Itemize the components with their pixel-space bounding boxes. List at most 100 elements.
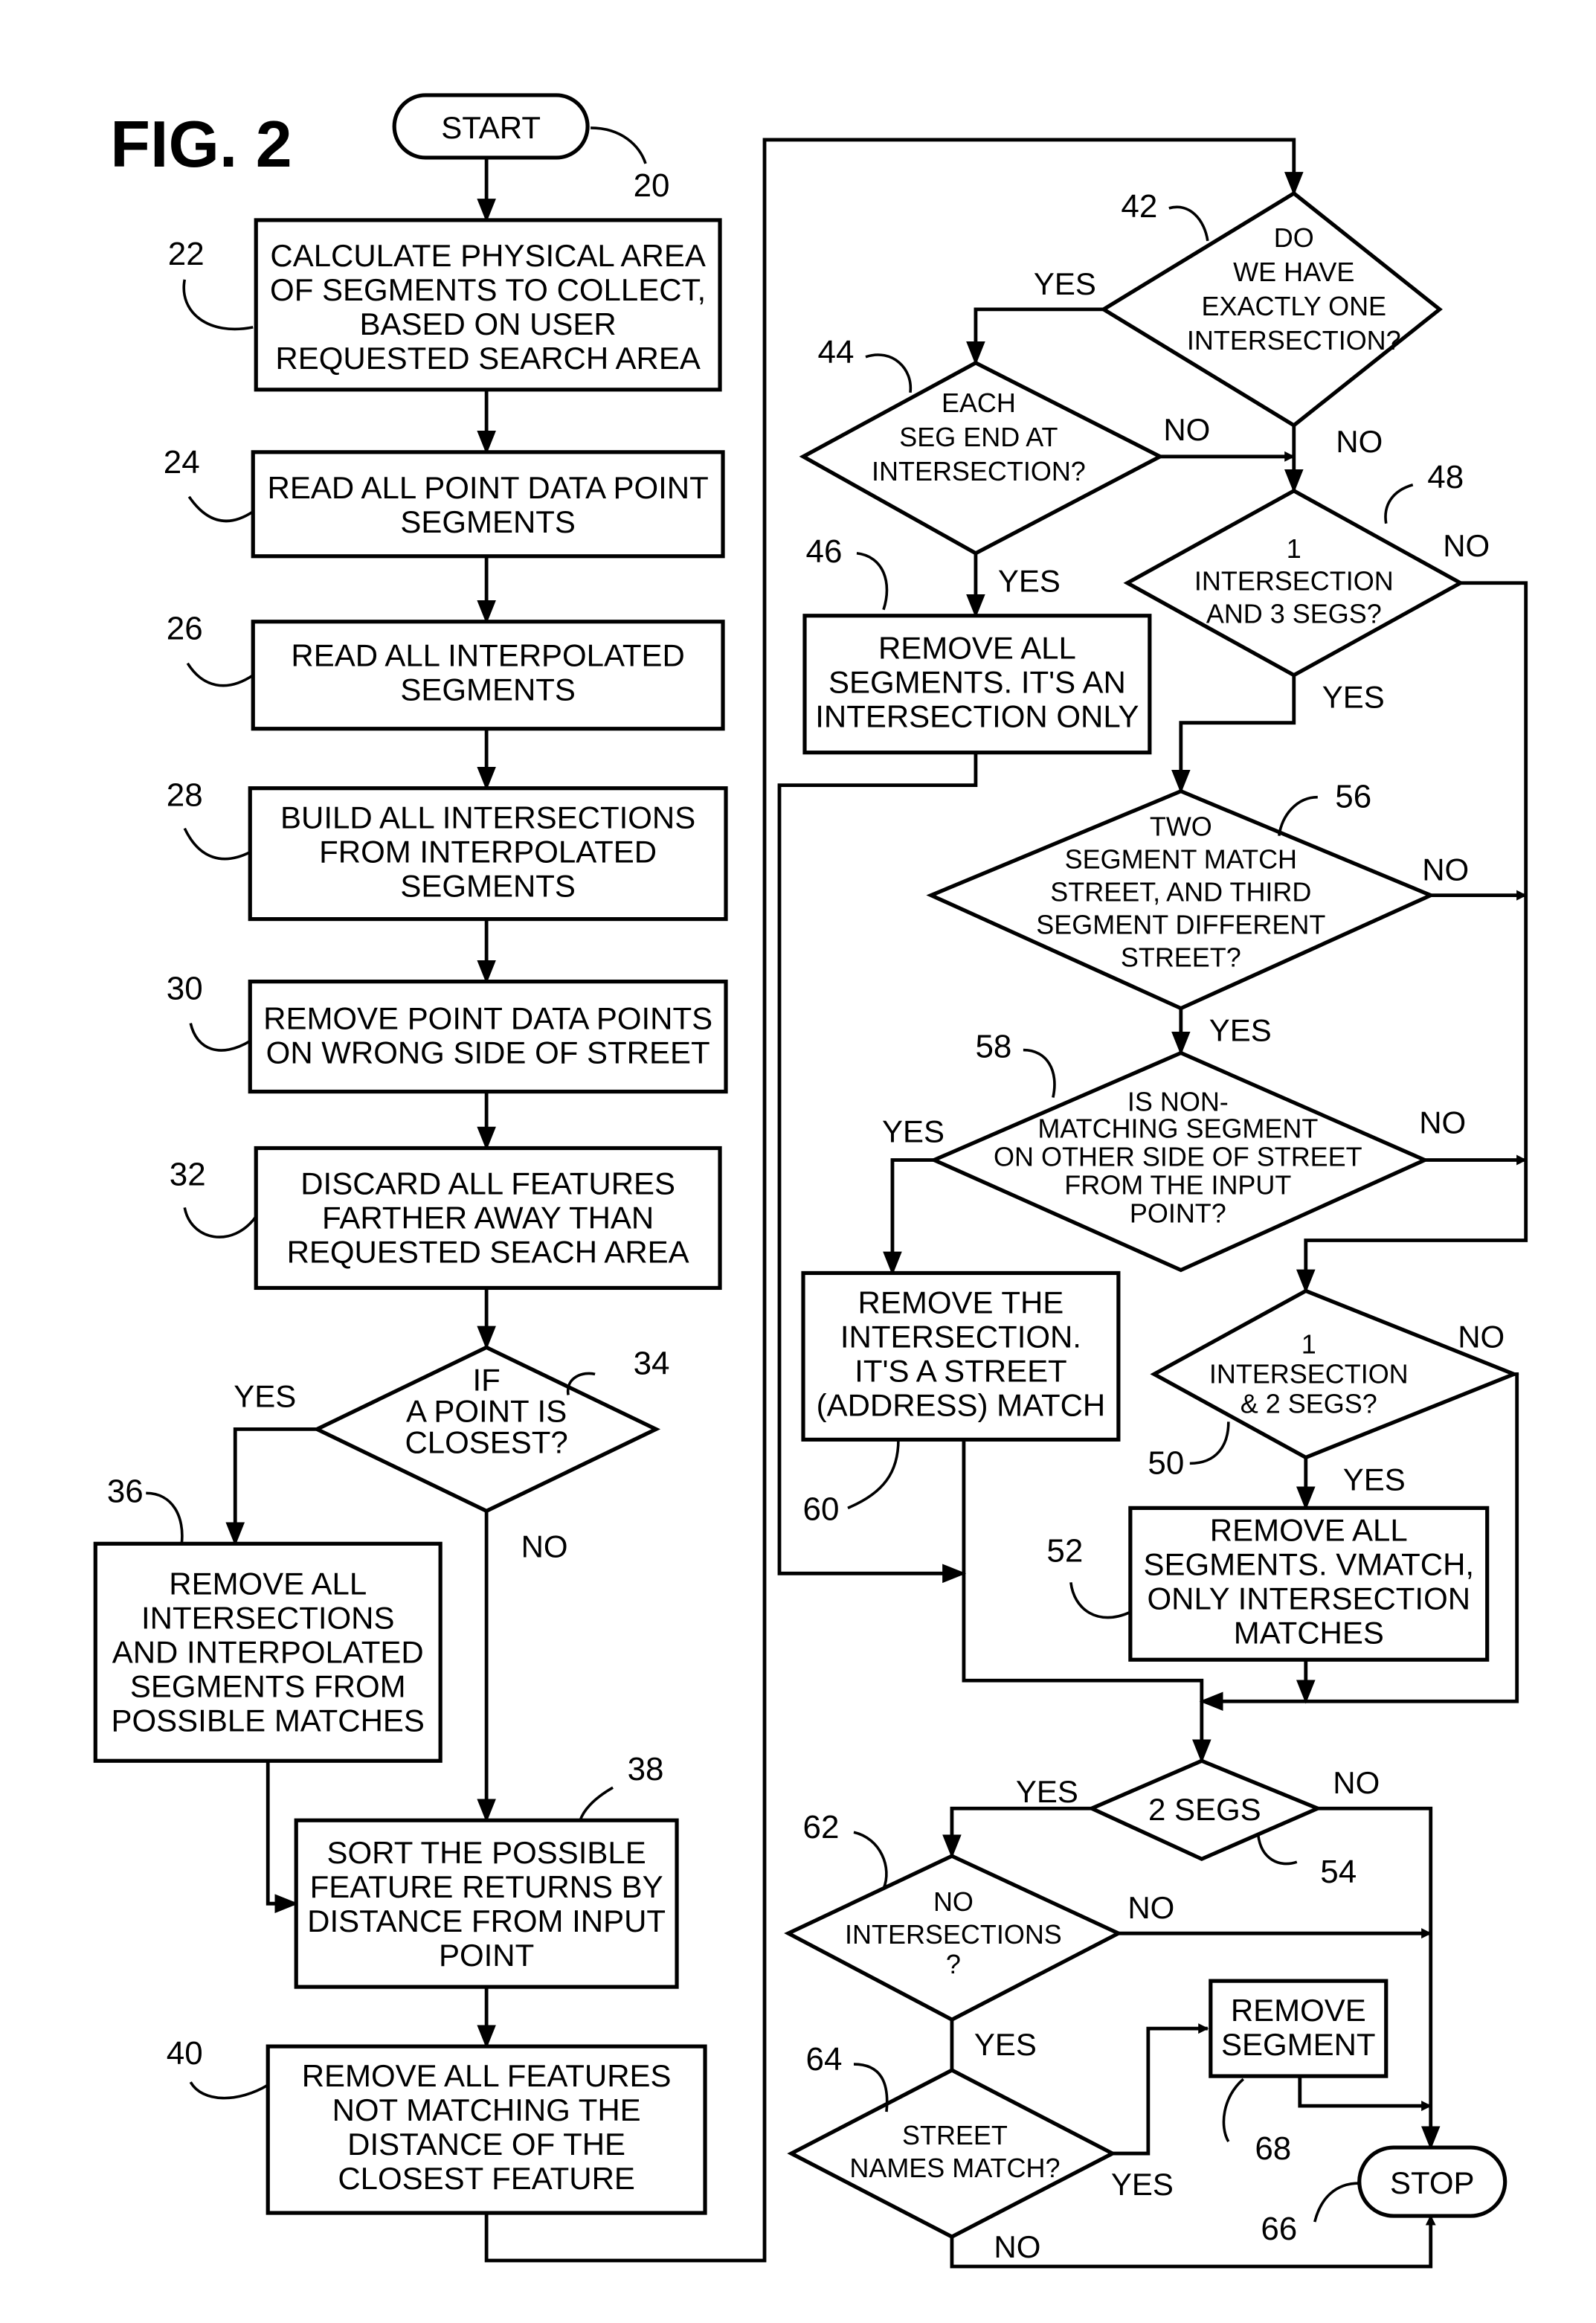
- node-36-text-3: SEGMENTS FROM: [130, 1668, 406, 1703]
- ref-40: 40: [167, 2035, 203, 2072]
- ref-32: 32: [170, 1156, 206, 1192]
- node-24-text-1: SEGMENTS: [400, 504, 576, 539]
- ref-28: 28: [167, 777, 203, 814]
- ref-24: 24: [164, 444, 200, 481]
- node-28-text-2: SEGMENTS: [400, 869, 576, 904]
- node-56-text-3: SEGMENT DIFFERENT: [1036, 910, 1325, 940]
- node-40-text-2: DISTANCE OF THE: [347, 2127, 625, 2162]
- leader-26: [186, 662, 254, 687]
- node-62-text-2: ?: [946, 1949, 961, 1979]
- node-22-process: CALCULATE PHYSICAL AREA OF SEGMENTS TO C…: [254, 218, 722, 392]
- node-40-text-1: NOT MATCHING THE: [332, 2092, 641, 2127]
- ref-30: 30: [167, 971, 203, 1007]
- label-44-yes: YES: [998, 564, 1061, 599]
- node-58-text-3: FROM THE INPUT: [1064, 1169, 1291, 1200]
- label-34-no: NO: [521, 1529, 568, 1564]
- leader-24: [187, 495, 254, 523]
- node-60-text-1: INTERSECTION.: [840, 1319, 1081, 1354]
- label-54-yes: YES: [1016, 1774, 1078, 1809]
- leader-28: [183, 827, 251, 861]
- node-40-text-0: REMOVE ALL FEATURES: [302, 2058, 672, 2093]
- leader-60: [847, 1439, 900, 1510]
- ref-48: 48: [1427, 459, 1464, 495]
- ref-64: 64: [806, 2041, 843, 2078]
- node-22-text-0: CALCULATE PHYSICAL AREA: [270, 238, 705, 273]
- node-66-text-0: STOP: [1390, 2165, 1475, 2200]
- ref-60: 60: [803, 1491, 840, 1527]
- node-58-text-2: ON OTHER SIDE OF STREET: [994, 1141, 1362, 1172]
- node-56-text-1: SEGMENT MATCH: [1065, 844, 1297, 875]
- node-30-text-1: ON WRONG SIDE OF STREET: [266, 1035, 710, 1070]
- node-56-text-4: STREET?: [1121, 942, 1241, 973]
- leader-40: [189, 2081, 269, 2100]
- node-54-text-0: 2 SEGS: [1148, 1792, 1261, 1827]
- node-56-decision: TWO SEGMENT MATCH STREET, AND THIRD SEGM…: [926, 788, 1436, 1011]
- leader-54: [1257, 1834, 1298, 1866]
- node-68-text-1: SEGMENT: [1221, 2027, 1376, 2062]
- node-34-text-0: IF: [472, 1362, 500, 1397]
- ref-26: 26: [167, 611, 203, 647]
- node-64-text-0: STREET: [902, 2120, 1008, 2150]
- ref-20: 20: [634, 167, 670, 204]
- node-28-process: BUILD ALL INTERSECTIONS FROM INTERPOLATE…: [248, 786, 728, 922]
- label-62-no: NO: [1127, 1890, 1174, 1925]
- node-60-text-2: IT'S A STREET: [855, 1353, 1067, 1388]
- label-48-yes: YES: [1322, 680, 1385, 715]
- leader-22: [182, 279, 254, 331]
- node-20-text-0: START: [441, 110, 541, 145]
- node-46-text-2: INTERSECTION ONLY: [815, 699, 1139, 734]
- node-50-decision: 1 INTERSECTION & 2 SEGS?: [1150, 1288, 1519, 1460]
- node-40-text-3: CLOSEST FEATURE: [338, 2161, 635, 2196]
- node-68-text-0: REMOVE: [1231, 1993, 1366, 2028]
- node-26-text-0: READ ALL INTERPOLATED: [291, 638, 684, 673]
- node-64-decision: STREET NAMES MATCH?: [787, 2068, 1117, 2239]
- node-22-text-3: REQUESTED SEARCH AREA: [275, 341, 700, 376]
- ref-38: 38: [628, 1751, 664, 1787]
- node-44-decision: EACH SEG END AT INTERSECTION?: [799, 360, 1165, 556]
- leader-62: [853, 1831, 888, 1889]
- node-52-text-0: REMOVE ALL: [1210, 1512, 1408, 1547]
- ref-66: 66: [1261, 2211, 1297, 2247]
- node-62-text-0: NO: [933, 1886, 974, 1917]
- node-32-process: DISCARD ALL FEATURES FARTHER AWAY THAN R…: [254, 1146, 722, 1291]
- flowchart: FIG. 2 START 20 CALCULATE PHYSICAL AREA …: [93, 93, 1528, 2269]
- node-30-process: REMOVE POINT DATA POINTS ON WRONG SIDE O…: [248, 979, 728, 1094]
- node-48-decision: 1 INTERSECTION AND 3 SEGS?: [1123, 488, 1465, 678]
- leader-36: [146, 1491, 184, 1544]
- node-36-process: REMOVE ALL INTERSECTIONS AND INTERPOLATE…: [93, 1541, 443, 1763]
- node-22-text-1: OF SEGMENTS TO COLLECT,: [270, 272, 706, 307]
- node-38-text-1: FEATURE RETURNS BY: [310, 1869, 663, 1904]
- label-56-yes: YES: [1209, 1013, 1272, 1048]
- node-36-text-4: POSSIBLE MATCHES: [112, 1703, 425, 1738]
- edge-64-68: [1112, 2023, 1209, 2156]
- leader-32: [183, 1207, 257, 1238]
- node-38-text-2: DISTANCE FROM INPUT: [307, 1903, 666, 1938]
- edge-54-62: [942, 1806, 1092, 1859]
- node-32-text-0: DISCARD ALL FEATURES: [300, 1166, 675, 1201]
- label-42-yes: YES: [1034, 266, 1096, 301]
- node-24-process: READ ALL POINT DATA POINT SEGMENTS: [251, 450, 725, 559]
- ref-22: 22: [168, 236, 205, 272]
- node-46-process: REMOVE ALL SEGMENTS. IT'S AN INTERSECTIO…: [802, 614, 1152, 755]
- node-50-text-2: & 2 SEGS?: [1241, 1388, 1377, 1418]
- node-48-text-1: INTERSECTION: [1194, 566, 1394, 597]
- node-48-text-0: 1: [1287, 533, 1301, 564]
- node-38-process: SORT THE POSSIBLE FEATURE RETURNS BY DIS…: [294, 1818, 679, 1989]
- node-48-text-2: AND 3 SEGS?: [1206, 599, 1382, 629]
- node-34-decision: IF A POINT IS CLOSEST?: [312, 1345, 661, 1514]
- edge-42-44: [966, 307, 1104, 366]
- node-42-text-3: INTERSECTION?: [1187, 325, 1401, 356]
- node-64-text-1: NAMES MATCH?: [849, 2153, 1060, 2183]
- node-22-text-2: BASED ON USER: [360, 306, 617, 341]
- ref-62: 62: [803, 1809, 840, 1845]
- node-40-process: REMOVE ALL FEATURES NOT MATCHING THE DIS…: [266, 2044, 707, 2215]
- leader-56: [1278, 795, 1318, 836]
- node-50-text-0: 1: [1301, 1328, 1316, 1359]
- ref-50: 50: [1148, 1445, 1184, 1481]
- leader-66: [1313, 2182, 1360, 2223]
- leader-68: [1222, 2078, 1244, 2143]
- node-28-text-1: FROM INTERPOLATED: [319, 835, 657, 870]
- leader-46: [856, 551, 889, 611]
- node-44-text-1: SEG END AT: [899, 422, 1058, 452]
- label-54-no: NO: [1333, 1765, 1380, 1800]
